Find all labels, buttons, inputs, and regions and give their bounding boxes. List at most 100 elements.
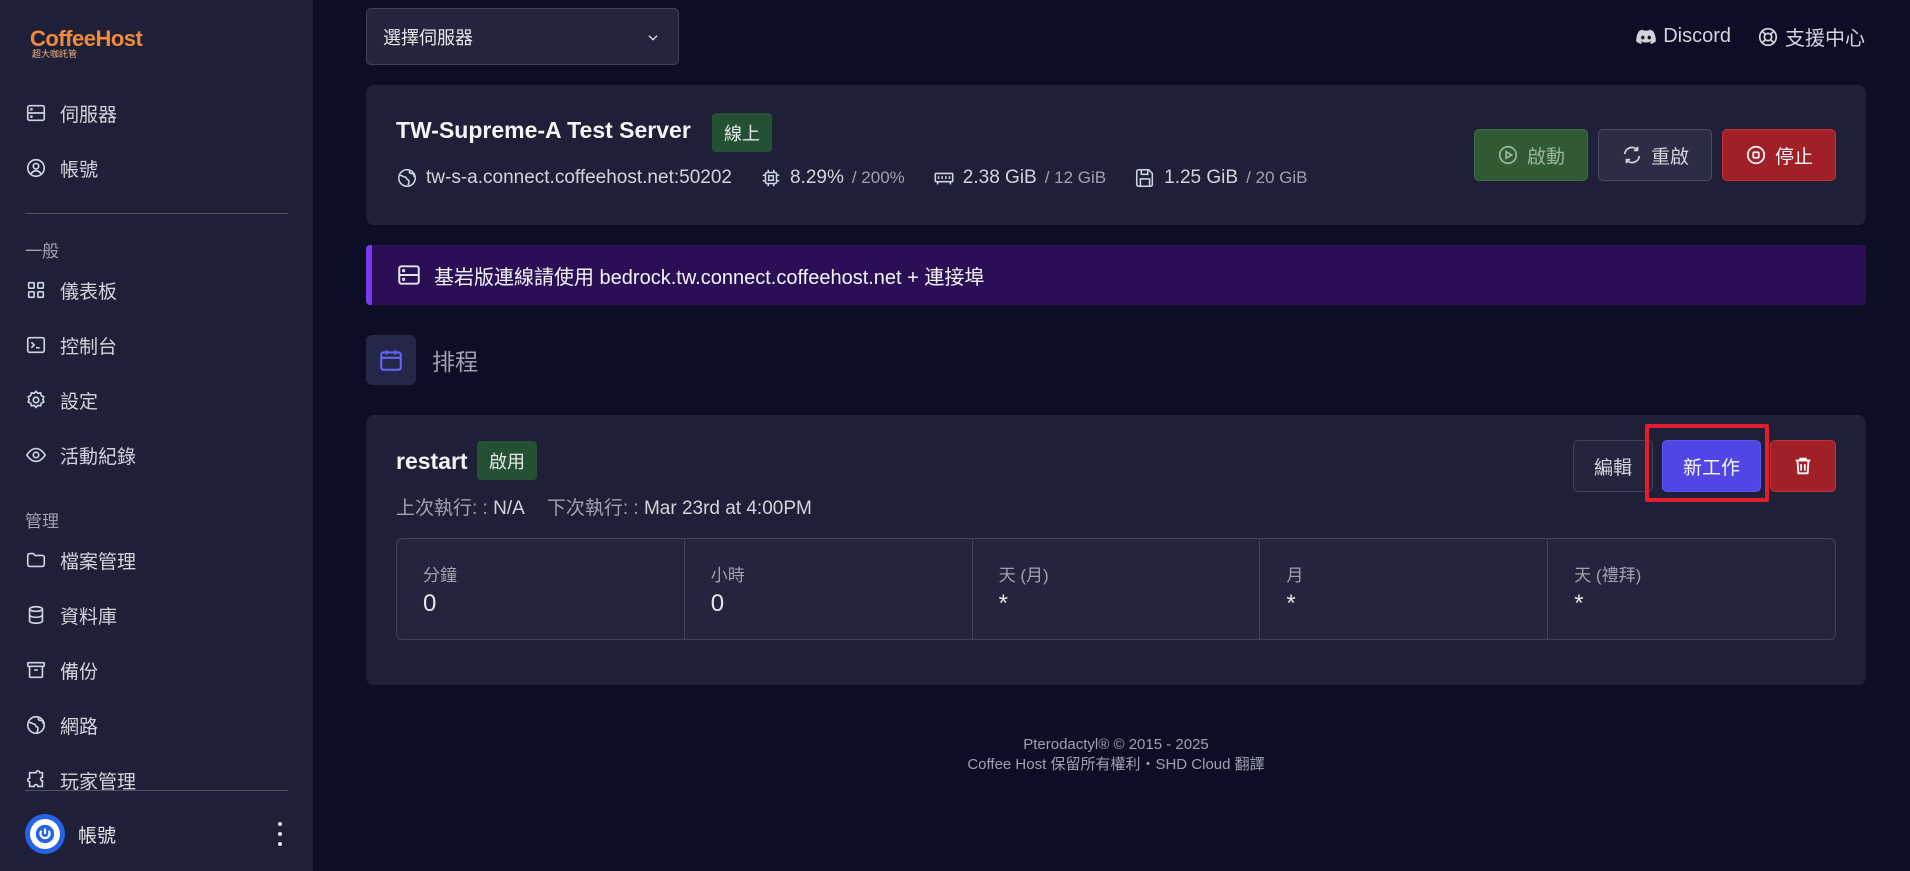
sidebar-item-files[interactable]: 檔案管理 bbox=[25, 542, 285, 578]
memory-limit: / 12 GiB bbox=[1044, 168, 1107, 187]
sidebar-item-label: 網路 bbox=[60, 716, 99, 738]
lifebuoy-icon bbox=[1758, 27, 1778, 46]
user-circle-icon bbox=[26, 158, 46, 178]
cron-label: 分鐘 bbox=[423, 566, 457, 585]
terminal-icon bbox=[26, 336, 46, 354]
eye-icon bbox=[25, 447, 47, 463]
sidebar-item-console[interactable]: 控制台 bbox=[25, 327, 285, 363]
server-address[interactable]: tw-s-a.connect.coffeehost.net:50202 bbox=[426, 167, 732, 189]
cron-label: 天 (禮拜) bbox=[1574, 566, 1642, 585]
server-icon bbox=[398, 265, 420, 285]
section-label-general: 一般 bbox=[25, 242, 59, 261]
stat-disk: 1.25 GiB / 20 GiB bbox=[1134, 167, 1308, 189]
disk-value: 1.25 GiB bbox=[1164, 167, 1239, 188]
cron-value: 0 bbox=[710, 590, 725, 617]
globe-icon bbox=[397, 168, 417, 188]
sidebar-item-label: 備份 bbox=[60, 661, 99, 683]
save-icon bbox=[1136, 168, 1154, 188]
play-circle-icon bbox=[1498, 145, 1518, 165]
top-links: Discord 支援中心 bbox=[1635, 22, 1865, 51]
sidebar: CoffeeHost 超大咖託管 伺服器 帳號 一般 儀表板 控制台 設定 活動… bbox=[0, 0, 313, 871]
sidebar-item-account[interactable]: 帳號 bbox=[25, 150, 285, 186]
user-name: 帳號 bbox=[78, 825, 117, 847]
server-stats: tw-s-a.connect.coffeehost.net:50202 8.29… bbox=[396, 167, 1308, 189]
next-run-label: 下次執行: : bbox=[546, 498, 639, 519]
cron-value: * bbox=[1286, 590, 1296, 617]
cron-value: * bbox=[998, 590, 1008, 617]
next-run: 下次執行: : Mar 23rd at 4:00PM bbox=[547, 493, 812, 520]
cron-value: 0 bbox=[423, 590, 437, 617]
notice-text: 基岩版連線請使用 bedrock.tw.connect.coffeehost.n… bbox=[434, 266, 985, 289]
server-select-label: 選擇伺服器 bbox=[383, 27, 473, 48]
restart-label: 重啟 bbox=[1650, 146, 1689, 168]
sidebar-item-label: 檔案管理 bbox=[60, 551, 137, 573]
puzzle-icon bbox=[26, 770, 44, 788]
server-icon bbox=[26, 104, 46, 122]
sidebar-item-label: 控制台 bbox=[60, 336, 118, 358]
user-menu[interactable]: 帳號 bbox=[25, 814, 285, 854]
power-buttons: 啟動 重啟 停止 bbox=[1473, 129, 1836, 181]
sidebar-item-label: 資料庫 bbox=[60, 606, 118, 628]
sidebar-divider bbox=[25, 213, 288, 214]
cron-table: 分鐘 0 小時 0 天 (月) * 月 * 天 (禮拜) * bbox=[396, 538, 1836, 640]
cron-cell: 小時 0 bbox=[685, 539, 973, 639]
last-run-value: N/A bbox=[493, 498, 525, 519]
footer: Pterodactyl® © 2015 - 2025 Coffee Host 保… bbox=[366, 735, 1866, 775]
avatar[interactable] bbox=[25, 814, 65, 854]
footer-credits: Coffee Host 保留所有權利・SHD Cloud 翻譯 bbox=[967, 756, 1265, 773]
status-badge: 線上 bbox=[712, 113, 772, 152]
page-title: 排程 bbox=[432, 349, 478, 375]
sidebar-item-label: 活動紀錄 bbox=[60, 446, 137, 468]
sidebar-item-activity[interactable]: 活動紀錄 bbox=[25, 437, 285, 473]
schedule-name: restart bbox=[396, 448, 468, 474]
footer-copyright: Pterodactyl® © 2015 - 2025 bbox=[1023, 736, 1209, 753]
cpu-limit: / 200% bbox=[851, 168, 905, 187]
sidebar-item-label: 伺服器 bbox=[60, 104, 118, 126]
delete-button[interactable] bbox=[1770, 440, 1836, 492]
calendar-icon bbox=[380, 350, 402, 371]
stat-memory: 2.38 GiB / 12 GiB bbox=[933, 167, 1106, 189]
edit-button[interactable]: 編輯 bbox=[1572, 440, 1653, 492]
cron-cell: 分鐘 0 bbox=[397, 539, 685, 639]
sidebar-item-servers[interactable]: 伺服器 bbox=[25, 95, 285, 131]
support-link[interactable]: 支援中心 bbox=[1757, 22, 1865, 51]
stat-cpu: 8.29% / 200% bbox=[760, 167, 905, 189]
globe-icon bbox=[26, 715, 46, 735]
stop-circle-icon bbox=[1746, 145, 1766, 165]
memory-icon bbox=[934, 172, 954, 185]
cron-label: 月 bbox=[1286, 566, 1304, 585]
database-icon bbox=[28, 605, 44, 625]
last-run: 上次執行: : N/A bbox=[396, 493, 525, 520]
more-options-icon[interactable] bbox=[275, 822, 285, 846]
restart-button[interactable]: 重啟 bbox=[1597, 129, 1712, 181]
stop-button[interactable]: 停止 bbox=[1721, 129, 1836, 181]
status-badge: 啟用 bbox=[477, 441, 537, 480]
disk-limit: / 20 GiB bbox=[1246, 168, 1308, 187]
sidebar-item-settings[interactable]: 設定 bbox=[25, 382, 285, 418]
logo[interactable]: CoffeeHost 超大咖託管 bbox=[30, 26, 150, 62]
sidebar-item-backups[interactable]: 備份 bbox=[25, 652, 285, 688]
power-icon bbox=[35, 824, 55, 844]
folder-icon bbox=[26, 552, 46, 568]
sidebar-item-database[interactable]: 資料庫 bbox=[25, 597, 285, 633]
calendar-icon-box bbox=[366, 335, 416, 385]
stat-address: tw-s-a.connect.coffeehost.net:50202 bbox=[396, 167, 732, 189]
schedules-header: 排程 bbox=[366, 335, 478, 385]
server-select[interactable]: 選擇伺服器 bbox=[366, 8, 679, 65]
sidebar-item-dashboard[interactable]: 儀表板 bbox=[25, 272, 285, 308]
new-task-button[interactable]: 新工作 bbox=[1661, 440, 1761, 492]
cron-cell: 天 (月) * bbox=[973, 539, 1261, 639]
sidebar-item-players[interactable]: 玩家管理 bbox=[25, 762, 285, 798]
sidebar-bottom-divider bbox=[25, 790, 288, 791]
trash-icon bbox=[1795, 457, 1811, 475]
support-label: 支援中心 bbox=[1785, 28, 1865, 50]
sidebar-item-network[interactable]: 網路 bbox=[25, 707, 285, 743]
sidebar-item-label: 帳號 bbox=[60, 159, 99, 181]
discord-link[interactable]: Discord bbox=[1635, 22, 1731, 51]
server-card: TW-Supreme-A Test Server 線上 tw-s-a.conne… bbox=[366, 85, 1866, 225]
last-run-label: 上次執行: : bbox=[396, 498, 488, 519]
memory-value: 2.38 GiB bbox=[962, 167, 1037, 188]
archive-icon bbox=[26, 661, 46, 679]
cron-cell: 天 (禮拜) * bbox=[1548, 539, 1835, 639]
start-button[interactable]: 啟動 bbox=[1473, 129, 1588, 181]
